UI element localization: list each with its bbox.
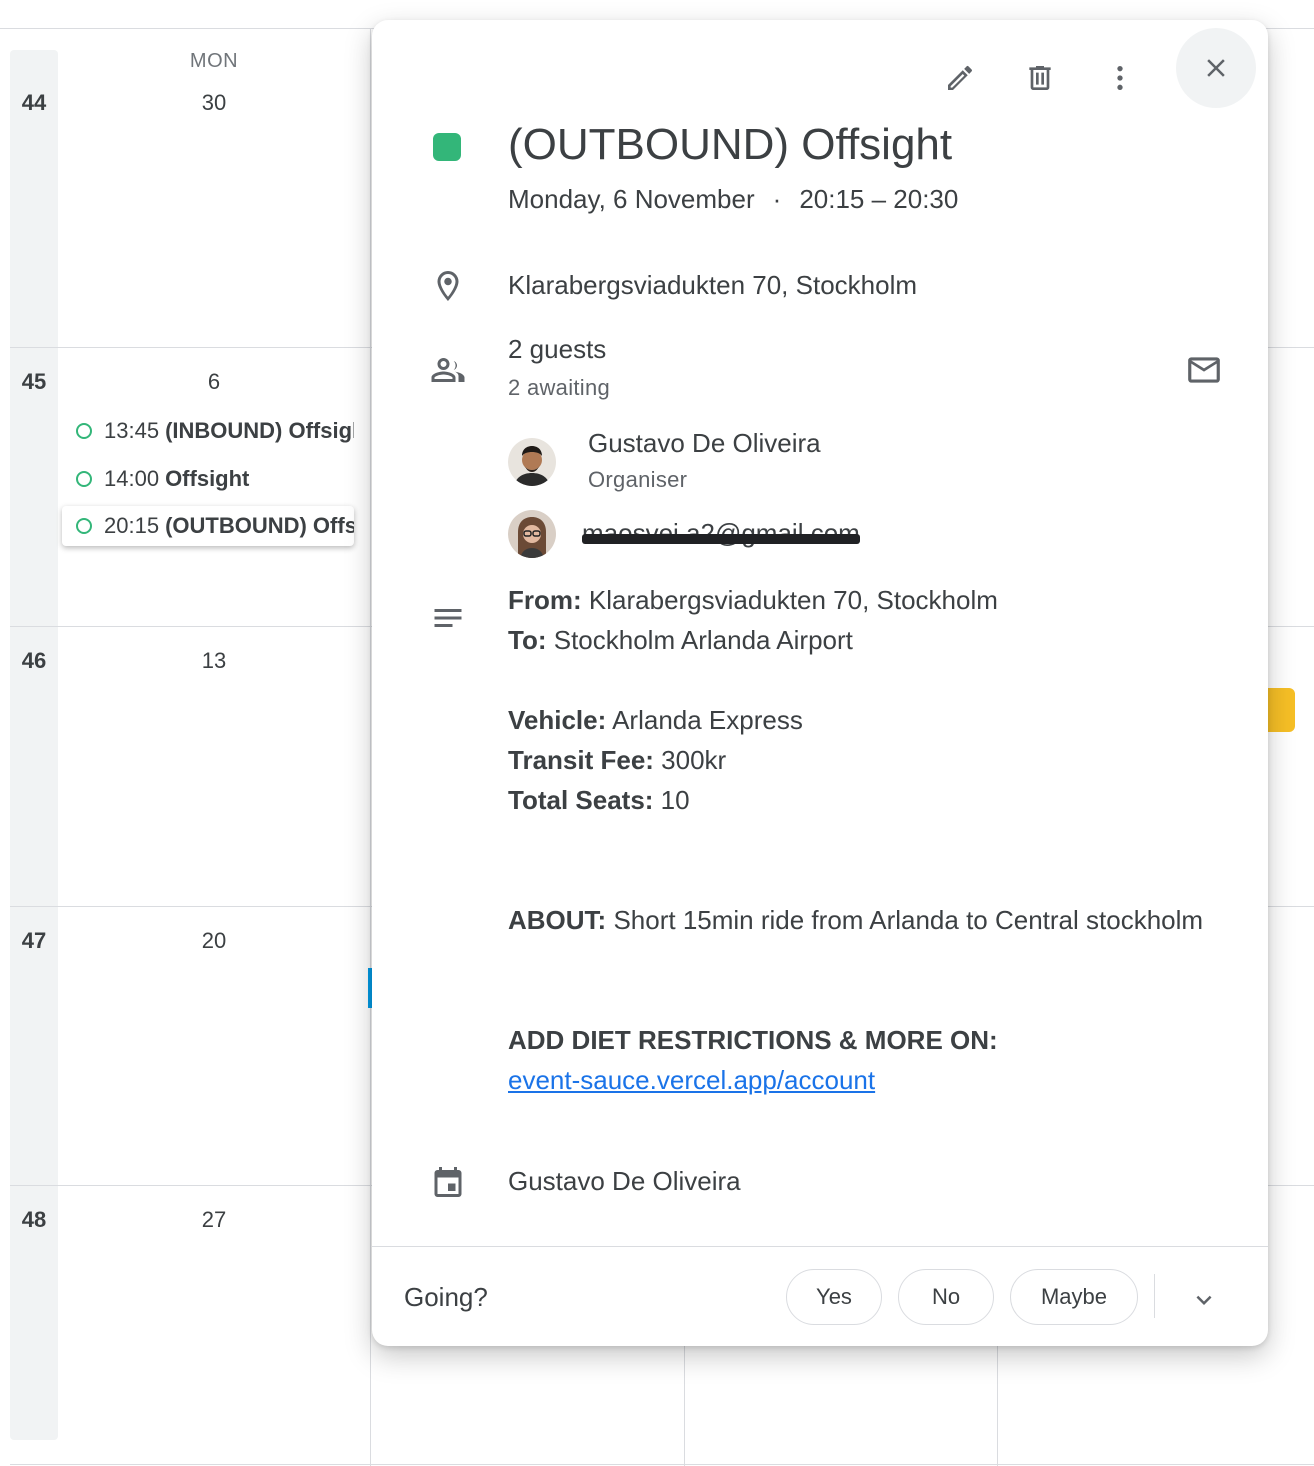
delete-event-button[interactable] (1012, 50, 1068, 106)
desc-fee-label: Transit Fee: (508, 745, 654, 775)
more-vert-icon (1117, 66, 1123, 90)
calendar-event-inbound[interactable]: 13:45 (INBOUND) Offsight (62, 411, 354, 451)
desc-seats-label: Total Seats: (508, 785, 654, 815)
rsvp-no-button[interactable]: No (898, 1269, 994, 1325)
calendar-icon (428, 1162, 468, 1202)
event-status-ring-icon (76, 471, 92, 487)
event-time: 13:45 (104, 418, 160, 443)
desc-from-value: Klarabergsviadukten 70, Stockholm (588, 585, 998, 615)
day-number[interactable]: 6 (58, 369, 370, 395)
rsvp-options-button[interactable] (1180, 1276, 1228, 1324)
day-header-mon: MON (189, 50, 239, 72)
day-column-divider (684, 1346, 685, 1466)
event-datetime: Monday, 6 November · 20:15 – 20:30 (508, 184, 958, 215)
event-title: (INBOUND) Offsight (165, 418, 354, 443)
close-icon (1207, 59, 1225, 77)
guest-role: Organiser (588, 467, 688, 492)
calendar-owner: Gustavo De Oliveira (508, 1166, 741, 1196)
desc-about-value: Short 15min ride from Arlanda to Central… (613, 905, 1204, 935)
pencil-icon (948, 65, 973, 90)
event-description: From: Klarabergsviadukten 70, Stockholm … (508, 580, 1208, 1100)
event-status-ring-icon (76, 518, 92, 534)
event-title: (OUTBOUND) Offsight (165, 513, 354, 538)
description-lines-icon (428, 598, 468, 638)
edit-event-button[interactable] (932, 50, 988, 106)
desc-fee-value: 300kr (661, 745, 727, 775)
avatar[interactable] (508, 438, 556, 486)
guest-name: Gustavo De Oliveira (588, 428, 821, 458)
desc-to-label: To: (508, 625, 547, 655)
event-time: 14:00 (104, 466, 160, 491)
rsvp-prompt: Going? (404, 1282, 488, 1312)
event-color-swatch (433, 133, 461, 161)
guest-status: 2 awaiting (508, 375, 611, 400)
desc-diet-label: ADD DIET RESTRICTIONS & MORE ON: (508, 1025, 998, 1055)
guest-email-redacted: maosvei a2@gmail.com (582, 518, 860, 548)
event-date: Monday, 6 November (508, 184, 755, 214)
week-number[interactable]: 48 (10, 1207, 58, 1233)
calendar-event-offsight[interactable]: 14:00 Offsight (62, 459, 354, 499)
desc-from-label: From: (508, 585, 582, 615)
calendar-event-chip-partial[interactable] (1268, 688, 1295, 732)
email-guests-button[interactable] (1182, 348, 1226, 392)
event-status-ring-icon (76, 423, 92, 439)
chevron-down-icon (1196, 1295, 1212, 1305)
week-number[interactable]: 44 (10, 90, 58, 116)
rsvp-maybe-button[interactable]: Maybe (1010, 1269, 1138, 1325)
desc-to-value: Stockholm Arlanda Airport (553, 625, 853, 655)
more-options-button[interactable] (1092, 50, 1148, 106)
event-location[interactable]: Klarabergsviadukten 70, Stockholm (508, 270, 917, 301)
day-number[interactable]: 27 (58, 1207, 370, 1233)
calendar-event-outbound-selected[interactable]: 20:15 (OUTBOUND) Offsight (62, 506, 354, 546)
footer-divider (372, 1246, 1268, 1247)
close-popup-button[interactable] (1176, 28, 1256, 108)
week-number[interactable]: 45 (10, 369, 58, 395)
day-column-divider (370, 28, 371, 1466)
desc-about-label: ABOUT: (508, 905, 607, 935)
day-number[interactable]: 13 (58, 648, 370, 674)
week-number[interactable]: 47 (10, 928, 58, 954)
event-title: Offsight (165, 466, 250, 491)
week-row-divider (10, 1464, 1314, 1465)
event-time: 20:15 (104, 513, 160, 538)
account-link[interactable]: event-sauce.vercel.app/account (508, 1065, 875, 1095)
day-number[interactable]: 30 (58, 90, 370, 116)
location-pin-icon (428, 266, 468, 306)
trash-icon (1029, 66, 1051, 90)
event-detail-popup: (OUTBOUND) Offsight Monday, 6 November · 2… (372, 20, 1268, 1346)
rsvp-yes-button[interactable]: Yes (786, 1269, 882, 1325)
event-time-range: 20:15 – 20:30 (799, 184, 959, 214)
week-number[interactable]: 46 (10, 648, 58, 674)
avatar[interactable] (508, 510, 556, 558)
desc-vehicle-label: Vehicle: (508, 705, 607, 735)
event-title: (OUTBOUND) Offsight (508, 120, 953, 169)
day-number[interactable]: 20 (58, 928, 370, 954)
day-column-divider (997, 1346, 998, 1466)
separator: · (772, 184, 782, 214)
rsvp-divider (1154, 1274, 1155, 1318)
guest-count: 2 guests (508, 334, 607, 364)
desc-vehicle-value: Arlanda Express (612, 705, 803, 735)
mail-icon (1188, 357, 1220, 383)
people-icon (428, 350, 468, 390)
desc-seats-value: 10 (660, 785, 690, 815)
